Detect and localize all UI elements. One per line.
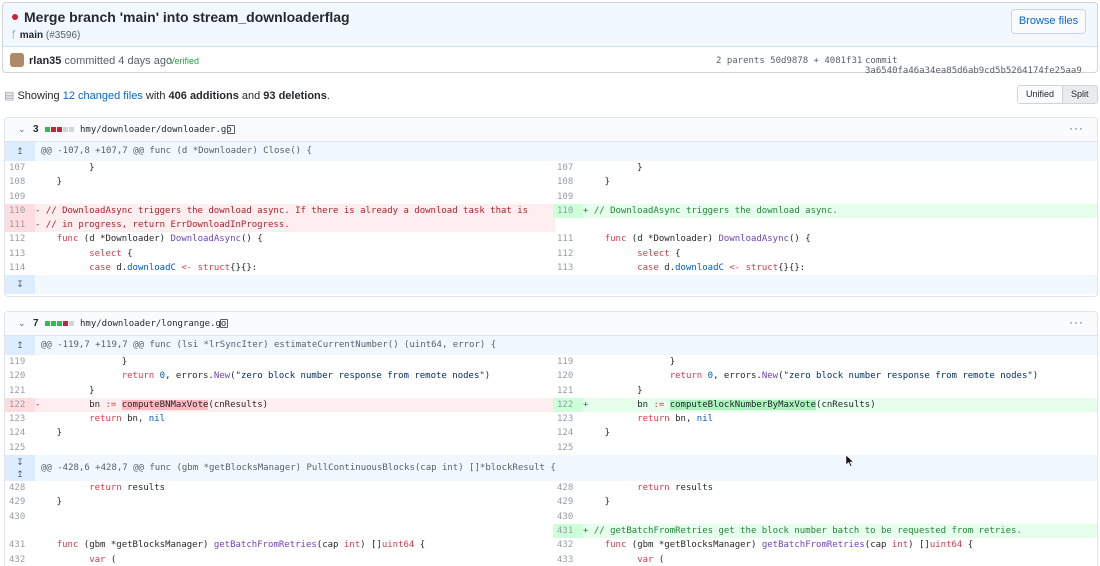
more-options-icon[interactable]: ··· <box>1069 121 1084 135</box>
file-path[interactable]: hmy/downloader/downloader.go <box>80 125 232 135</box>
diffstat-bar <box>45 321 74 326</box>
changed-files-link[interactable]: 12 changed files <box>63 90 143 102</box>
hunk-header: ↧ ↥ @@ -428,6 +428,7 @@ func (gbm *getBlo… <box>5 455 1097 482</box>
summary-text: . <box>326 90 330 102</box>
mouse-cursor-icon <box>846 455 854 467</box>
commit-meta: rlan35 committed 4 days ago Verified 2 p… <box>3 47 1097 76</box>
diff-lines: 428 return results 428 return results 429… <box>5 481 1097 566</box>
copy-path-icon[interactable] <box>227 125 235 134</box>
diff-summary: ▤ Showing 12 changed files with 406 addi… <box>4 89 330 102</box>
file-diff: ⌄ 7 hmy/downloader/longrange.go ··· ↥ @@… <box>4 311 1098 566</box>
more-options-icon[interactable]: ··· <box>1069 315 1084 329</box>
commit-author: rlan35 committed 4 days ago <box>29 55 172 67</box>
commit-title-area: Merge branch 'main' into stream_download… <box>3 3 1097 47</box>
avatar[interactable] <box>10 53 24 67</box>
commit-time: committed 4 days ago <box>64 55 173 67</box>
expand-down-icon[interactable]: ↧ <box>5 275 35 295</box>
chevron-down-icon[interactable]: ⌄ <box>18 124 26 135</box>
hunk-text: @@ -107,8 +107,7 @@ func (d *Downloader)… <box>41 146 312 156</box>
branch-info: ᚴ main (#3596) <box>11 30 80 41</box>
hunk-header: ↥ @@ -119,7 +119,7 @@ func (lsi *lrSyncI… <box>5 336 1097 355</box>
author-name[interactable]: rlan35 <box>29 55 61 67</box>
status-failure-icon[interactable] <box>12 14 18 20</box>
summary-prefix: Showing <box>17 90 63 102</box>
branch-name[interactable]: main <box>20 30 43 41</box>
summary-text: and <box>238 90 264 102</box>
commit-parents[interactable]: 2 parents 50d9878 + 4081f31 <box>716 56 862 66</box>
expand-up-icon[interactable]: ↥ <box>5 336 35 355</box>
expand-up-icon[interactable]: ↥ <box>5 142 35 161</box>
file-header: ⌄ 3 hmy/downloader/downloader.go ··· <box>5 118 1097 142</box>
copy-path-icon[interactable] <box>220 319 228 328</box>
split-button[interactable]: Split <box>1062 86 1097 103</box>
diff-view-toggle: Unified Split <box>1017 85 1098 104</box>
commit-title: Merge branch 'main' into stream_download… <box>24 9 350 25</box>
branch-icon: ᚴ <box>11 30 20 41</box>
browse-files-button[interactable]: Browse files <box>1011 9 1086 34</box>
hunk-header: ↥ @@ -107,8 +107,7 @@ func (d *Downloade… <box>5 142 1097 161</box>
diffstat-bar <box>45 127 74 132</box>
verified-badge[interactable]: Verified <box>163 54 205 69</box>
change-count: 3 <box>33 124 39 135</box>
summary-text: with <box>142 90 169 102</box>
file-path[interactable]: hmy/downloader/longrange.go <box>80 319 226 329</box>
hunk-footer: ↧ <box>5 275 1097 295</box>
change-count: 7 <box>33 318 39 329</box>
file-header: ⌄ 7 hmy/downloader/longrange.go ··· <box>5 312 1097 336</box>
expand-both-icon[interactable]: ↧ ↥ <box>5 455 35 482</box>
additions-count: 406 additions <box>168 90 239 102</box>
file-diff: ⌄ 3 hmy/downloader/downloader.go ··· ↥ @… <box>4 117 1098 297</box>
file-diff-icon: ▤ <box>4 90 18 102</box>
commit-sha: commit 3a6540fa46a34ea85d6ab9cd5b5264174… <box>865 56 1082 76</box>
diff-lines: 119 } 119 } 120 return 0, errors.New("zer… <box>5 355 1097 455</box>
chevron-down-icon[interactable]: ⌄ <box>18 318 26 329</box>
commit-header: Merge branch 'main' into stream_download… <box>2 2 1098 76</box>
diff-lines: 107 } 107 } 108 } 108 } 109 109 110- // Dow… <box>5 161 1097 275</box>
pr-number[interactable]: (#3596) <box>46 30 80 41</box>
unified-button[interactable]: Unified <box>1018 86 1063 103</box>
hunk-text: @@ -119,7 +119,7 @@ func (lsi *lrSyncIte… <box>41 340 497 350</box>
deletions-count: 93 deletions <box>263 90 327 102</box>
hunk-text: @@ -428,6 +428,7 @@ func (gbm *getBlocks… <box>41 463 556 474</box>
